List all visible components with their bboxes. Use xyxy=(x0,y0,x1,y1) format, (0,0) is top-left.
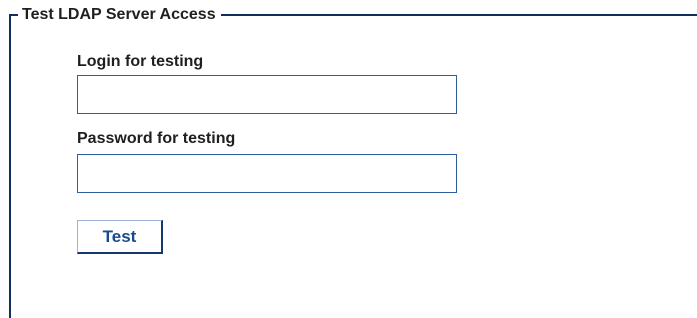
password-label: Password for testing xyxy=(77,130,236,147)
login-input[interactable] xyxy=(77,75,457,114)
login-label: Login for testing xyxy=(77,53,204,70)
group-title: Test LDAP Server Access xyxy=(18,5,221,25)
password-input[interactable] xyxy=(77,154,457,193)
test-button[interactable]: Test xyxy=(77,220,163,254)
